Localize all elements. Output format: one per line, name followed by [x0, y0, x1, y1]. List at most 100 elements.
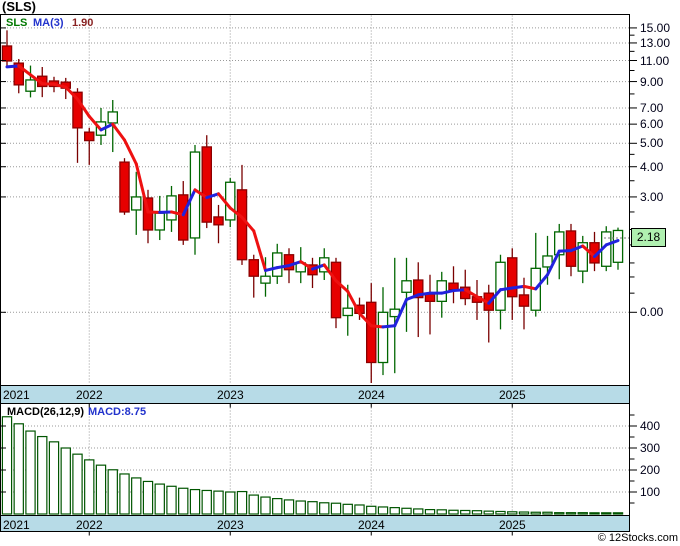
- macd-bar: [295, 500, 306, 515]
- year-label: 2023: [216, 388, 244, 402]
- macd-bar: [178, 487, 189, 515]
- macd-axis-label: 400: [640, 419, 661, 433]
- macd-bar: [565, 512, 577, 515]
- price-axis-label: 7.00: [640, 101, 664, 115]
- candle-down: [365, 301, 377, 364]
- ma3-line-segment: [369, 324, 385, 329]
- price-axis-label: 11.00: [640, 53, 670, 68]
- ma3-line-segment: [452, 288, 467, 293]
- macd-bar: [60, 447, 71, 515]
- macd-indicator-label: MACD(26,12,9): [7, 406, 85, 418]
- ma3-line-segment: [557, 249, 573, 253]
- macd-bar: [389, 507, 400, 515]
- year-label: 2021: [3, 388, 30, 402]
- macd-bar: [166, 485, 177, 515]
- macd-axis-label: 100: [640, 485, 661, 499]
- candle-down: [201, 146, 212, 223]
- year-label: 2022: [75, 517, 103, 532]
- macd-bar: [13, 423, 24, 515]
- macd-bar: [413, 508, 424, 515]
- macd-bar: [554, 512, 565, 515]
- price-axis-label: 9.00: [640, 74, 664, 89]
- macd-bar: [84, 459, 95, 515]
- macd-bar: [601, 512, 612, 515]
- ma3-line-segment: [416, 291, 432, 297]
- macd-bar: [131, 477, 142, 515]
- ma3-line-segment: [5, 64, 21, 69]
- price-axis-label: 4.00: [640, 159, 664, 174]
- candle-down: [330, 261, 342, 319]
- year-label: 2025: [498, 388, 526, 402]
- macd-bar: [154, 483, 165, 515]
- year-label: 2024: [357, 517, 385, 532]
- macd-bar: [342, 503, 353, 515]
- macd-bar: [424, 509, 436, 515]
- macd-bar: [460, 509, 471, 515]
- macd-panel: [0, 403, 630, 516]
- price-axis-label: 0.00: [640, 305, 664, 320]
- candle-down: [506, 257, 518, 298]
- macd-bar: [530, 511, 541, 515]
- macd-axis-label: 300: [640, 441, 661, 455]
- candle-up: [224, 181, 236, 221]
- macd-bar: [225, 491, 236, 515]
- macd-bar: [189, 488, 201, 515]
- macd-bar: [448, 509, 459, 515]
- candle-up: [377, 311, 389, 364]
- price-panel: [0, 14, 630, 386]
- ma3-line-segment: [381, 324, 397, 329]
- macd-bar: [25, 430, 36, 515]
- year-label: 2023: [216, 517, 244, 532]
- macd-bar: [542, 511, 553, 515]
- macd-current-value: MACD:8.75: [88, 406, 147, 418]
- macd-bar: [1, 416, 13, 515]
- candle-up: [271, 252, 283, 277]
- candle-down: [448, 282, 459, 291]
- macd-bar: [107, 469, 118, 515]
- macd-bar: [330, 502, 342, 515]
- candle-up: [130, 196, 142, 211]
- candle-down: [177, 194, 189, 241]
- macd-bar: [283, 499, 295, 515]
- macd-bar: [95, 464, 107, 515]
- candle-down: [119, 161, 130, 213]
- year-label: 2022: [75, 388, 103, 402]
- macd-bar: [48, 441, 60, 515]
- macd-bar: [471, 510, 483, 515]
- macd-bar: [236, 490, 248, 515]
- ma3-line-segment: [510, 284, 526, 290]
- macd-bar: [401, 507, 412, 515]
- ma3-line-segment: [40, 82, 56, 86]
- legend-symbol: SLS: [6, 17, 28, 29]
- legend-ma-value: 1.90: [72, 17, 94, 29]
- macd-bar: [248, 494, 259, 515]
- macd-bar: [366, 505, 377, 515]
- price-axis-label: 13.00: [640, 35, 671, 50]
- candle-up: [154, 212, 165, 231]
- macd-bar: [495, 510, 506, 515]
- chart-title: (SLS): [2, 0, 36, 14]
- macd-bar: [307, 501, 318, 515]
- macd-bar: [213, 490, 224, 515]
- macd-bar: [201, 489, 212, 515]
- price-axis-label: 3.00: [640, 189, 664, 204]
- macd-bar: [260, 496, 271, 515]
- candle-down: [236, 189, 248, 261]
- macd-axis-label: 200: [640, 463, 661, 477]
- year-label: 2024: [357, 388, 385, 402]
- macd-bar: [142, 480, 154, 515]
- macd-bar: [589, 512, 600, 515]
- macd-bar: [119, 473, 130, 515]
- watermark-copyright: © 12Stocks.com: [597, 532, 678, 544]
- macd-bar: [507, 511, 518, 515]
- macd-bar: [272, 498, 283, 515]
- stock-chart-widget: (SLS) SLS MA(3) 1.90 2.18 MACD(26,12,9) …: [0, 0, 680, 546]
- candle-up: [342, 307, 353, 317]
- candle-up: [166, 195, 177, 221]
- macd-bar: [483, 510, 494, 515]
- candle-up: [495, 261, 506, 311]
- macd-bar: [612, 512, 624, 515]
- macd-bar: [377, 506, 389, 515]
- candle-down: [248, 259, 259, 277]
- chart-canvas[interactable]: [0, 0, 680, 546]
